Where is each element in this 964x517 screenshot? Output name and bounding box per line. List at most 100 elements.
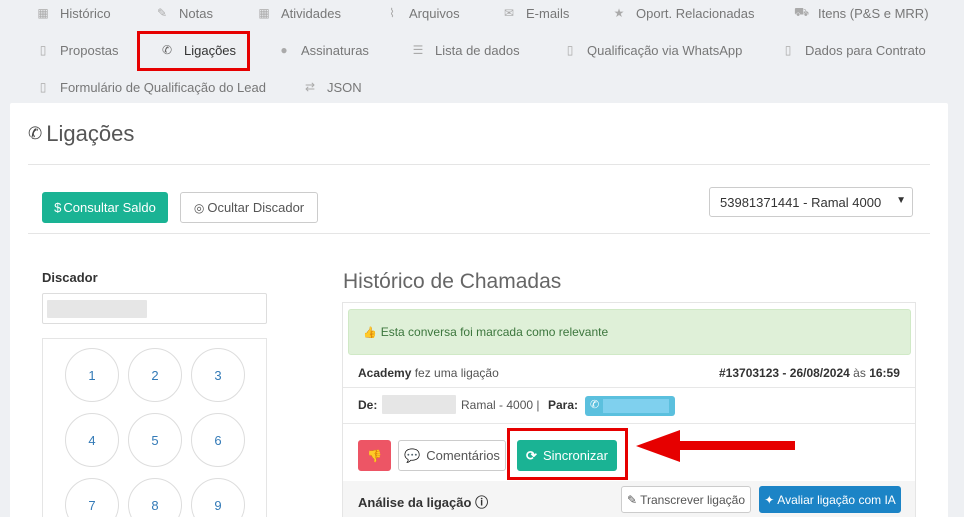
para-label: Para: bbox=[548, 398, 579, 412]
tab-label: E-mails bbox=[526, 5, 570, 21]
thumbs-down-button[interactable]: 👎 bbox=[358, 440, 391, 471]
divider bbox=[28, 233, 930, 234]
call-summary: Academy fez uma ligação bbox=[358, 366, 499, 380]
call-time: 16:59 bbox=[869, 366, 900, 380]
tab-label: Formulário de Qualificação do Lead bbox=[60, 79, 266, 95]
list-icon: ☰ bbox=[412, 43, 424, 57]
tab-oport-relacionadas[interactable]: ★ Oport. Relacionadas bbox=[612, 3, 755, 23]
divider bbox=[28, 164, 930, 165]
tab-label: JSON bbox=[327, 79, 362, 95]
comentarios-label: Comentários bbox=[426, 448, 500, 463]
annotation-arrow-line bbox=[676, 441, 795, 450]
redacted-number bbox=[47, 300, 147, 318]
call-at: às bbox=[853, 366, 866, 380]
de-label: De: bbox=[358, 398, 378, 412]
tab-itens[interactable]: ⛟ Itens (P&S e MRR) bbox=[794, 3, 929, 23]
key-label: 8 bbox=[151, 497, 159, 513]
analise-label-text: Análise da ligação bbox=[358, 495, 472, 510]
tab-label: Notas bbox=[179, 5, 213, 21]
redacted-from-number bbox=[382, 395, 456, 414]
tab-label: Arquivos bbox=[409, 5, 460, 21]
call-id: #13703123 bbox=[719, 366, 780, 380]
tab-json[interactable]: ⇄ JSON bbox=[303, 77, 362, 97]
phone-icon: ✆ bbox=[28, 124, 43, 143]
historico-title: Histórico de Chamadas bbox=[343, 270, 562, 293]
discador-label: Discador bbox=[42, 270, 98, 285]
tab-label: Propostas bbox=[60, 42, 119, 58]
check-circle-icon: ● bbox=[280, 43, 288, 57]
annotation-arrow-head bbox=[636, 430, 680, 462]
divider bbox=[343, 387, 915, 388]
tab-notas[interactable]: ✎ Notas bbox=[155, 3, 213, 23]
chevron-down-icon: ▼ bbox=[896, 195, 906, 206]
tab-atividades[interactable]: ▦ Atividades bbox=[257, 3, 341, 23]
tab-lista-de-dados[interactable]: ☰ Lista de dados bbox=[411, 40, 520, 60]
ocultar-discador-button[interactable]: ◎ Ocultar Discador bbox=[180, 192, 318, 223]
edit-icon: ✎ bbox=[156, 6, 168, 20]
star-icon: ★ bbox=[613, 6, 625, 20]
tab-label: Dados para Contrato bbox=[805, 42, 926, 58]
dial-key-2[interactable]: 2 bbox=[128, 348, 182, 402]
ramal-select[interactable]: 53981371441 - Ramal 4000 ▼ bbox=[709, 187, 913, 217]
dial-key-3[interactable]: 3 bbox=[191, 348, 245, 402]
tab-emails[interactable]: ✉ E-mails bbox=[502, 3, 569, 23]
tab-label: Assinaturas bbox=[301, 42, 369, 58]
tab-label: Lista de dados bbox=[435, 42, 520, 58]
relevant-alert: 👍 Esta conversa foi marcada como relevant… bbox=[348, 309, 911, 355]
key-label: 6 bbox=[214, 432, 222, 448]
info-circle-icon: ⓘ bbox=[475, 495, 489, 510]
tab-formulario-qualificacao[interactable]: ▯ Formulário de Qualificação do Lead bbox=[36, 77, 266, 97]
file-icon: ▯ bbox=[39, 80, 47, 94]
to-number-badge: ✆ bbox=[585, 396, 675, 416]
edit-icon: ✎ bbox=[627, 492, 638, 507]
dial-key-5[interactable]: 5 bbox=[128, 413, 182, 467]
call-action-text: fez uma ligação bbox=[414, 366, 499, 380]
comentarios-button[interactable]: 💬 Comentários bbox=[398, 440, 506, 471]
magic-wand-icon: ✦ bbox=[764, 492, 775, 507]
avaliar-ia-button[interactable]: ✦ Avaliar ligação com IA bbox=[759, 486, 901, 513]
caller-name: Academy bbox=[358, 366, 412, 380]
calendar-icon: ▦ bbox=[37, 6, 49, 20]
dial-key-4[interactable]: 4 bbox=[65, 413, 119, 467]
eye-slash-icon: ◎ bbox=[193, 200, 205, 215]
transcrever-label: Transcrever ligação bbox=[640, 492, 745, 507]
alert-text: Esta conversa foi marcada como relevante bbox=[380, 325, 609, 339]
key-label: 4 bbox=[88, 432, 96, 448]
paperclip-icon: ⌇ bbox=[389, 6, 395, 20]
call-meta: #13703123 - 26/08/2024 às 16:59 bbox=[719, 366, 900, 380]
tab-label: Itens (P&S e MRR) bbox=[818, 5, 929, 21]
sincronizar-highlight bbox=[507, 428, 628, 480]
thumbs-down-icon: 👎 bbox=[367, 448, 382, 463]
tab-propostas[interactable]: ▯ Propostas bbox=[36, 40, 119, 60]
to-label: Para: bbox=[548, 398, 578, 412]
avaliar-label: Avaliar ligação com IA bbox=[777, 492, 896, 507]
analise-label: Análise da ligação ⓘ bbox=[358, 492, 488, 511]
key-label: 3 bbox=[214, 367, 222, 383]
consultar-saldo-button[interactable]: $ Consultar Saldo bbox=[42, 192, 168, 223]
key-label: 1 bbox=[88, 367, 96, 383]
ramal-text: Ramal - 4000 | bbox=[461, 398, 540, 412]
key-label: 2 bbox=[151, 367, 159, 383]
key-label: 7 bbox=[88, 497, 96, 513]
dial-key-6[interactable]: 6 bbox=[191, 413, 245, 467]
tab-label: Oport. Relacionadas bbox=[636, 5, 755, 21]
tab-assinaturas[interactable]: ● Assinaturas bbox=[277, 40, 369, 60]
tab-dados-contrato[interactable]: ▯ Dados para Contrato bbox=[781, 40, 926, 60]
tab-historico[interactable]: ▦ Histórico bbox=[36, 3, 110, 23]
divider bbox=[343, 423, 915, 424]
redacted-to-number bbox=[603, 399, 669, 413]
call-date: 26/08/2024 bbox=[789, 366, 850, 380]
envelope-icon: ✉ bbox=[503, 6, 515, 20]
thumbs-up-icon: 👍 bbox=[363, 326, 377, 339]
transcrever-button[interactable]: ✎ Transcrever ligação bbox=[621, 486, 751, 513]
page-title: ✆ Ligações bbox=[28, 121, 134, 147]
tab-arquivos[interactable]: ⌇ Arquivos bbox=[385, 3, 460, 23]
tab-qualificacao-whatsapp[interactable]: ▯ Qualificação via WhatsApp bbox=[563, 40, 743, 60]
discador-input[interactable] bbox=[42, 293, 267, 324]
tab-label: Atividades bbox=[281, 5, 341, 21]
consultar-saldo-label: Consultar Saldo bbox=[63, 200, 156, 215]
phone-icon: ✆ bbox=[590, 399, 600, 411]
dial-key-1[interactable]: 1 bbox=[65, 348, 119, 402]
exchange-icon: ⇄ bbox=[304, 80, 316, 94]
from-label: De: bbox=[358, 398, 377, 412]
